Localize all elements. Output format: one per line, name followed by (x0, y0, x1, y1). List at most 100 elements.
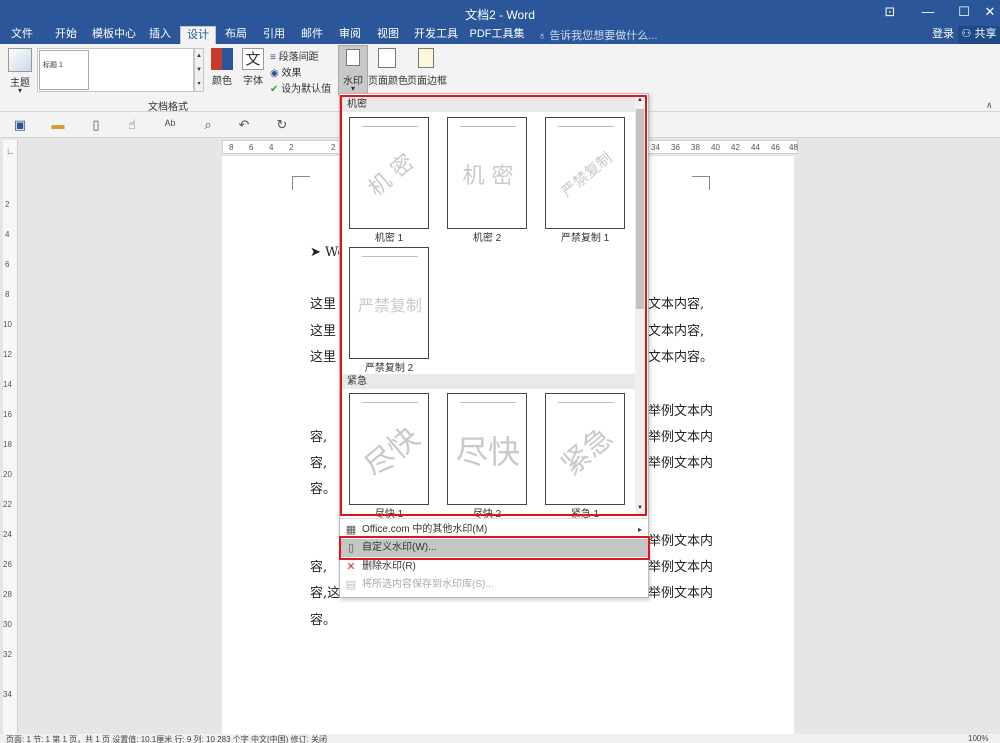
colors-icon[interactable] (211, 48, 233, 70)
close-button[interactable]: ✕ (980, 0, 1000, 26)
text-line-left: 容,这 (310, 586, 341, 601)
style-gallery[interactable]: 标题 1 (37, 48, 194, 92)
share-button[interactable]: ⚇ 共享 (958, 26, 1000, 44)
more-watermarks-label: Office.com 中的其他水印(M) (362, 524, 488, 535)
watermark-button[interactable]: 水印 ▾ (338, 45, 368, 95)
page-borders-label[interactable]: 页面边框 (406, 72, 448, 87)
tab-insert[interactable]: 插入 (142, 26, 178, 44)
tab-references[interactable]: 引用 (256, 26, 292, 44)
minimize-button[interactable]: — (910, 0, 946, 26)
page-color-icon[interactable] (378, 48, 396, 68)
tab-layout[interactable]: 布局 (218, 26, 254, 44)
page-color-label[interactable]: 页面颜色 (367, 72, 409, 87)
gallery-scroll[interactable]: ▲ ▼ ▾ (194, 48, 204, 92)
tab-view[interactable]: 视图 (370, 26, 406, 44)
style-gallery-item[interactable]: 标题 1 (39, 50, 89, 90)
fonts-button-label[interactable]: 字体 (237, 72, 269, 87)
tab-mailings[interactable]: 邮件 (294, 26, 330, 44)
ruler-tick: 26 (3, 560, 12, 569)
ruler-tick: 2 (289, 143, 294, 152)
undo-icon[interactable]: ↶ (236, 117, 252, 133)
paragraph-spacing-button[interactable]: ≡ 段落间距 (270, 48, 319, 63)
tab-home[interactable]: 开始 (46, 26, 86, 44)
title-bar: 文档2 - Word ⊡ — ☐ ✕ (0, 0, 1000, 26)
ruler-tick: 44 (751, 143, 760, 152)
tell-me-text: 告诉我您想要做什么... (549, 30, 658, 42)
ruler-tick: 10 (3, 320, 12, 329)
effects-button[interactable]: ◉ 效果 (270, 64, 302, 79)
ruler-tick: 34 (651, 143, 660, 152)
text-line-left: 容。 (310, 482, 337, 497)
ruler-tick: 6 (249, 143, 254, 152)
text-line-left: 这里 (310, 350, 337, 365)
redo-icon[interactable]: ↻ (274, 117, 290, 133)
text-line-left: 容。 (310, 613, 337, 628)
tell-me-box[interactable]: ♁ 告诉我您想要做什么... (538, 27, 657, 43)
zoom-level[interactable]: 100% (968, 734, 988, 743)
maximize-button[interactable]: ☐ (946, 0, 982, 26)
status-text: 页面: 1 节: 1 第 1 页，共 1 页 设置值: 10.1厘米 行: 9 … (6, 735, 327, 743)
remove-watermark-label: 删除水印(R) (362, 561, 416, 572)
ruler-tick: 2 (5, 200, 10, 209)
save-to-gallery-label: 将所选内容保存到水印库(S)... (362, 579, 494, 590)
tab-template-center[interactable]: 模板中心 (88, 26, 140, 44)
text-line-left: 这里 (310, 324, 337, 339)
ruler-tick: 48 (789, 143, 798, 152)
ruler-tick: 8 (229, 143, 234, 152)
document-formatting-group-label: 文档格式 (148, 102, 188, 113)
paragraph-spacing-icon: ≡ (270, 52, 276, 63)
set-as-default-label: 设为默认值 (281, 84, 332, 95)
vertical-ruler[interactable]: ∟ 2 4 6 8 10 12 14 16 18 20 22 24 26 28 … (3, 140, 18, 743)
text-line-right: 文本内容, (648, 297, 705, 312)
text-line-right: 举例文本内 (648, 586, 714, 601)
tab-stop-icon[interactable]: ∟ (6, 146, 15, 156)
open-folder-icon[interactable]: ▬ (50, 117, 66, 133)
sign-in-link[interactable]: 登录 (926, 26, 960, 44)
spelling-check-icon[interactable]: ᴬᵇ (162, 117, 178, 133)
tab-file[interactable]: 文件 (4, 26, 40, 44)
text-line-right: 文本内容。 (648, 350, 714, 365)
ruler-tick: 4 (269, 143, 274, 152)
colors-button-label[interactable]: 颜色 (206, 72, 238, 87)
ribbon-display-options-button[interactable]: ⊡ (872, 0, 908, 26)
save-selection-icon: ▤ (345, 579, 357, 591)
save-to-gallery-item: ▤ 将所选内容保存到水印库(S)... (340, 576, 648, 594)
ruler-tick: 36 (671, 143, 680, 152)
themes-icon[interactable] (8, 48, 32, 72)
ruler-tick: 14 (3, 380, 12, 389)
ruler-tick: 16 (3, 410, 12, 419)
themes-chevron-icon[interactable]: ▾ (4, 86, 36, 95)
paragraph-spacing-label: 段落间距 (278, 52, 319, 63)
text-line-left: 这里 (310, 297, 337, 312)
office-icon: ▦ (345, 524, 357, 536)
collapse-ribbon-icon[interactable]: ∧ (986, 100, 993, 111)
print-preview-icon[interactable]: ⌕ (200, 117, 216, 133)
ruler-tick: 40 (711, 143, 720, 152)
set-as-default-button[interactable]: ✔ 设为默认值 (270, 80, 331, 95)
ruler-tick: 30 (3, 620, 12, 629)
ribbon-tabs: 文件 开始 模板中心 插入 设计 布局 引用 邮件 审阅 视图 开发工具 PDF… (0, 26, 1000, 44)
delete-icon: ✕ (346, 561, 356, 573)
tab-developer[interactable]: 开发工具 (410, 26, 462, 44)
remove-watermark-item[interactable]: ✕ 删除水印(R) (340, 558, 648, 576)
text-line-left: 容, (310, 456, 328, 471)
margin-corner-marker (292, 176, 310, 190)
text-line-right: 文本内容, (648, 324, 705, 339)
save-icon[interactable]: ▣ (12, 117, 28, 133)
new-document-icon[interactable]: ▯ (88, 117, 104, 133)
tab-design[interactable]: 设计 (180, 26, 216, 44)
tab-pdf-tools[interactable]: PDF工具集 (466, 26, 528, 44)
tab-review[interactable]: 审阅 (332, 26, 368, 44)
check-icon: ✔ (270, 84, 279, 95)
ruler-tick: 6 (5, 260, 10, 269)
person-icon: ⚇ (961, 28, 972, 40)
effects-label: 效果 (281, 68, 302, 79)
watermark-chevron-icon: ▾ (350, 84, 355, 93)
effects-icon: ◉ (270, 68, 279, 79)
touch-mode-icon[interactable]: ☝ (124, 117, 140, 133)
ruler-tick: 12 (3, 350, 12, 359)
ruler-tick: 34 (3, 690, 12, 699)
fonts-icon[interactable]: 文 (242, 48, 264, 70)
page-borders-icon[interactable] (418, 48, 434, 68)
lightbulb-icon: ♁ (538, 30, 550, 42)
